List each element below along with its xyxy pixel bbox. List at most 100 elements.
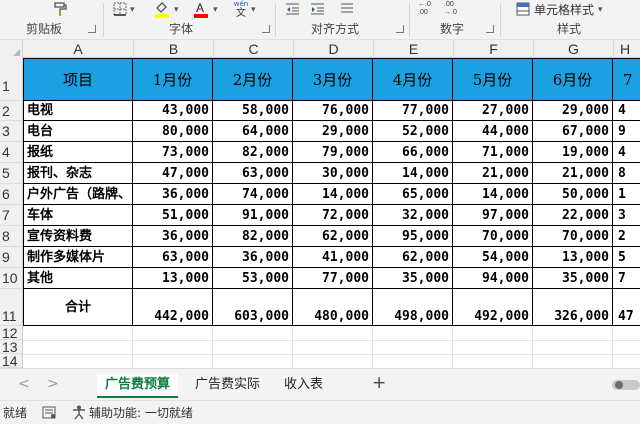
phonetic-guide-icon[interactable]: wén 文 [233, 0, 249, 19]
item-name-cell[interactable]: 宣传资料费 [23, 226, 133, 247]
value-cell[interactable]: 67,000 [533, 121, 613, 142]
value-cell[interactable]: 13,000 [133, 268, 213, 289]
table-header-cell[interactable]: 3月份 [293, 58, 373, 101]
value-cell[interactable]: 43,000 [133, 101, 213, 121]
value-cell[interactable]: 36,000 [133, 184, 213, 205]
item-name-cell[interactable]: 其他 [23, 268, 133, 289]
column-header-f[interactable]: F [453, 40, 533, 58]
cell-styles-dropdown-icon[interactable]: ▾ [598, 2, 603, 18]
item-name-cell[interactable]: 电台 [23, 121, 133, 142]
value-cell[interactable]: 4 [613, 142, 640, 163]
value-cell[interactable]: 21,000 [533, 163, 613, 184]
item-name-cell[interactable]: 户外广告（路牌、 [23, 184, 133, 205]
clipboard-launcher-icon[interactable] [88, 25, 96, 33]
row-header[interactable]: 7 [0, 205, 23, 226]
value-cell[interactable]: 91,000 [213, 205, 293, 226]
column-header-g[interactable]: G [533, 40, 613, 58]
value-cell[interactable]: 77,000 [373, 101, 453, 121]
table-header-cell[interactable]: 7 [613, 58, 640, 101]
value-cell[interactable]: 54,000 [453, 247, 533, 268]
row-header[interactable]: 5 [0, 163, 23, 184]
value-cell[interactable]: 72,000 [293, 205, 373, 226]
value-cell[interactable]: 9 [613, 121, 640, 142]
value-cell[interactable]: 27,000 [453, 101, 533, 121]
item-name-cell[interactable]: 电视 [23, 101, 133, 121]
select-all-button[interactable] [0, 40, 23, 58]
value-cell[interactable]: 14,000 [373, 163, 453, 184]
value-cell[interactable]: 8 [613, 163, 640, 184]
column-header-c[interactable]: C [213, 40, 293, 58]
table-header-cell[interactable]: 项目 [23, 58, 133, 101]
total-value-cell[interactable]: 480,000 [293, 289, 373, 326]
value-cell[interactable]: 5 [613, 247, 640, 268]
value-cell[interactable]: 82,000 [213, 226, 293, 247]
cell-styles-button[interactable]: 单元格样式 [534, 2, 594, 18]
borders-icon[interactable] [113, 2, 127, 16]
column-header-a[interactable]: A [23, 40, 133, 58]
row-header[interactable]: 11 [0, 289, 23, 326]
row-header[interactable]: 12 [0, 326, 23, 340]
value-cell[interactable]: 77,000 [293, 268, 373, 289]
column-header-b[interactable]: B [133, 40, 213, 58]
total-value-cell[interactable]: 498,000 [373, 289, 453, 326]
add-sheet-icon[interactable]: + [372, 373, 386, 393]
total-value-cell[interactable]: 47 [613, 289, 640, 326]
value-cell[interactable]: 97,000 [453, 205, 533, 226]
scrollbar-thumb[interactable] [615, 381, 623, 389]
table-header-cell[interactable]: 4月份 [373, 58, 453, 101]
row-header[interactable]: 1 [0, 58, 23, 101]
tab-scroll-left-icon[interactable]: < [18, 376, 30, 392]
value-cell[interactable]: 70,000 [453, 226, 533, 247]
value-cell[interactable]: 29,000 [293, 121, 373, 142]
table-header-cell[interactable]: 2月份 [213, 58, 293, 101]
cell-styles-icon[interactable] [516, 2, 530, 16]
value-cell[interactable]: 63,000 [133, 247, 213, 268]
value-cell[interactable]: 53,000 [213, 268, 293, 289]
status-accessibility[interactable]: 辅助功能: 一切就绪 [89, 405, 193, 421]
value-cell[interactable]: 76,000 [293, 101, 373, 121]
fill-color-icon[interactable] [154, 1, 170, 18]
value-cell[interactable]: 62,000 [293, 226, 373, 247]
horizontal-scrollbar[interactable] [612, 380, 640, 390]
value-cell[interactable]: 80,000 [133, 121, 213, 142]
value-cell[interactable]: 35,000 [373, 268, 453, 289]
increase-decimal-icon[interactable]: ←.0.00 [418, 1, 438, 17]
decrease-indent-icon[interactable] [285, 2, 300, 16]
font-color-icon[interactable]: A [193, 1, 209, 18]
value-cell[interactable]: 66,000 [373, 142, 453, 163]
column-header-d[interactable]: D [293, 40, 373, 58]
value-cell[interactable]: 3 [613, 205, 640, 226]
value-cell[interactable]: 35,000 [533, 268, 613, 289]
value-cell[interactable]: 7 [613, 268, 640, 289]
value-cell[interactable]: 73,000 [133, 142, 213, 163]
value-cell[interactable]: 4 [613, 101, 640, 121]
value-cell[interactable]: 71,000 [453, 142, 533, 163]
value-cell[interactable]: 41,000 [293, 247, 373, 268]
value-cell[interactable]: 50,000 [533, 184, 613, 205]
column-header-h[interactable]: H [613, 40, 640, 58]
total-label-cell[interactable]: 合计 [23, 289, 133, 326]
total-value-cell[interactable]: 442,000 [133, 289, 213, 326]
row-header[interactable]: 4 [0, 142, 23, 163]
align-bottom-icon[interactable] [340, 2, 354, 16]
row-header[interactable]: 9 [0, 247, 23, 268]
value-cell[interactable]: 82,000 [213, 142, 293, 163]
table-header-cell[interactable]: 1月份 [133, 58, 213, 101]
tab-sheet-income[interactable]: 收入表 [276, 374, 331, 398]
row-header[interactable]: 2 [0, 101, 23, 121]
table-header-cell[interactable]: 6月份 [533, 58, 613, 101]
item-name-cell[interactable]: 制作多媒体片 [23, 247, 133, 268]
value-cell[interactable]: 36,000 [213, 247, 293, 268]
tab-sheet-ad-budget[interactable]: 广告费预算 [97, 374, 179, 398]
value-cell[interactable]: 63,000 [213, 163, 293, 184]
total-value-cell[interactable]: 603,000 [213, 289, 293, 326]
value-cell[interactable]: 64,000 [213, 121, 293, 142]
macro-record-icon[interactable] [42, 406, 56, 419]
decrease-decimal-icon[interactable]: .00 →.0 [444, 1, 464, 17]
value-cell[interactable]: 51,000 [133, 205, 213, 226]
value-cell[interactable]: 14,000 [293, 184, 373, 205]
item-name-cell[interactable]: 车体 [23, 205, 133, 226]
increase-indent-icon[interactable] [310, 2, 325, 16]
value-cell[interactable]: 22,000 [533, 205, 613, 226]
row-header[interactable]: 13 [0, 340, 23, 354]
